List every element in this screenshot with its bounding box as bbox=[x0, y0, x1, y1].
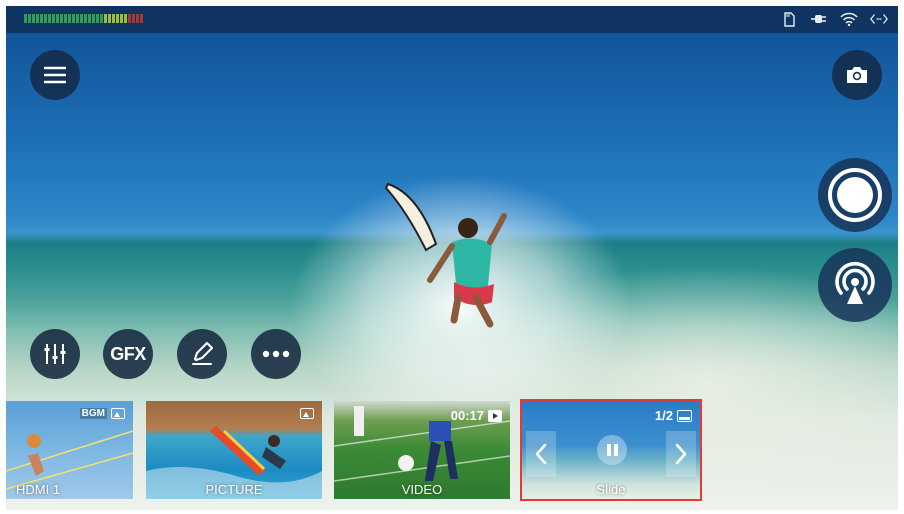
audio-meter-segment bbox=[108, 14, 111, 23]
chevron-right-icon bbox=[675, 443, 687, 465]
wifi-icon bbox=[840, 10, 858, 28]
chevron-left-icon bbox=[535, 443, 547, 465]
audio-meter-segment bbox=[100, 14, 103, 23]
slide-label: Slide bbox=[596, 482, 626, 497]
audio-meter-segment bbox=[48, 14, 51, 23]
camera-icon bbox=[847, 67, 867, 83]
audio-meter-segment bbox=[52, 14, 55, 23]
audio-meter-segment bbox=[64, 14, 67, 23]
record-button[interactable] bbox=[818, 158, 892, 232]
hdmi-label: HDMI 1 bbox=[16, 482, 61, 497]
audio-meter-segment bbox=[60, 14, 63, 23]
more-dots-icon bbox=[262, 350, 290, 358]
pen-icon bbox=[192, 342, 213, 365]
sd-card-icon bbox=[780, 10, 798, 28]
draw-button[interactable] bbox=[177, 329, 227, 379]
pause-icon bbox=[606, 444, 611, 456]
audio-meter-segment bbox=[32, 14, 35, 23]
audio-meter-segment bbox=[136, 14, 139, 23]
audio-meter-segment bbox=[88, 14, 91, 23]
source-slide[interactable]: 1/2 Slide bbox=[520, 399, 702, 501]
source-hdmi-1[interactable]: BGM HDMI 1 bbox=[6, 401, 133, 499]
live-preview: GFX BGM HDMI 1 PICTURE 00:17 VIDEO 1/2 S… bbox=[6, 6, 898, 510]
image-icon bbox=[300, 408, 314, 419]
source-video[interactable]: 00:17 VIDEO bbox=[334, 401, 510, 499]
audio-meter-segment bbox=[104, 14, 107, 23]
audio-meter-segment bbox=[84, 14, 87, 23]
video-duration: 00:17 bbox=[450, 408, 484, 423]
audio-meter-segment bbox=[92, 14, 95, 23]
slide-next-button[interactable] bbox=[666, 431, 696, 477]
audio-meter-segment bbox=[96, 14, 99, 23]
audio-meter-segment bbox=[120, 14, 123, 23]
gfx-label: GFX bbox=[110, 343, 146, 364]
audio-meter-segment bbox=[116, 14, 119, 23]
audio-level-meter bbox=[24, 14, 143, 23]
picture-label: PICTURE bbox=[205, 482, 263, 497]
video-badge: 00:17 bbox=[451, 408, 502, 423]
slide-badge: 1/2 bbox=[655, 408, 692, 423]
gfx-button[interactable]: GFX bbox=[103, 329, 153, 379]
slideshow-icon bbox=[677, 409, 692, 422]
audio-meter-segment bbox=[76, 14, 79, 23]
slide-page-indicator: 1/2 bbox=[654, 408, 673, 423]
audio-meter-segment bbox=[24, 14, 27, 23]
status-bar bbox=[6, 6, 898, 33]
audio-meter-segment bbox=[44, 14, 47, 23]
power-plug-icon bbox=[810, 10, 828, 28]
bgm-badge: BGM bbox=[79, 408, 107, 419]
audio-meter-segment bbox=[56, 14, 59, 23]
video-label: VIDEO bbox=[401, 482, 443, 497]
hamburger-menu-icon bbox=[44, 66, 66, 84]
video-play-icon bbox=[488, 409, 502, 422]
live-stream-icon bbox=[835, 261, 875, 304]
audio-meter-segment bbox=[40, 14, 43, 23]
audio-meter-segment bbox=[36, 14, 39, 23]
hdmi-badge: BGM bbox=[79, 408, 125, 419]
audio-meter-segment bbox=[112, 14, 115, 23]
audio-meter-segment bbox=[132, 14, 135, 23]
record-icon bbox=[828, 168, 882, 222]
audio-meter-segment bbox=[28, 14, 31, 23]
menu-button[interactable] bbox=[30, 50, 80, 100]
slide-pause-button[interactable] bbox=[597, 435, 627, 465]
slide-prev-button[interactable] bbox=[526, 431, 556, 477]
more-button[interactable] bbox=[251, 329, 301, 379]
audio-meter-segment bbox=[72, 14, 75, 23]
status-icons bbox=[780, 10, 888, 28]
source-picture[interactable]: PICTURE bbox=[146, 401, 322, 499]
live-stream-button[interactable] bbox=[818, 248, 892, 322]
audio-mixer-button[interactable] bbox=[30, 329, 80, 379]
audio-meter-segment bbox=[80, 14, 83, 23]
network-icon bbox=[870, 10, 888, 28]
picture-badge bbox=[300, 408, 314, 419]
snapshot-button[interactable] bbox=[832, 50, 882, 100]
audio-mixer-icon bbox=[44, 344, 66, 364]
audio-meter-segment bbox=[140, 14, 143, 23]
audio-meter-segment bbox=[68, 14, 71, 23]
audio-meter-segment bbox=[128, 14, 131, 23]
audio-meter-segment bbox=[124, 14, 127, 23]
image-icon bbox=[111, 408, 125, 419]
